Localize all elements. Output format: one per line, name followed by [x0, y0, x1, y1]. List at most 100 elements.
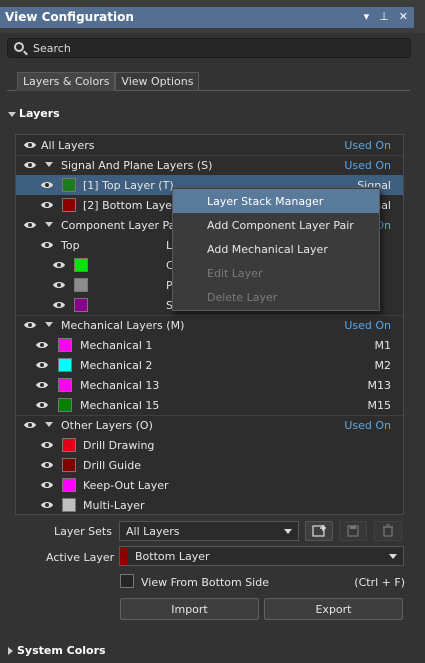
add-set-icon	[312, 525, 326, 537]
eye-icon[interactable]	[36, 401, 48, 409]
layer-label: All Layers	[41, 139, 95, 152]
view-from-bottom-shortcut: (Ctrl + F)	[354, 576, 405, 589]
context-menu-item[interactable]: Layer Stack Manager	[173, 189, 379, 213]
layer-color-swatch[interactable]	[62, 198, 76, 212]
panel-titlebar: View Configuration ▾ ⊥ ✕	[0, 0, 425, 33]
layer-label: Drill Guide	[83, 459, 141, 472]
layer-row[interactable]: Drill Drawing	[16, 435, 403, 455]
eye-icon[interactable]	[36, 381, 48, 389]
system-colors-section-header[interactable]: System Colors	[8, 644, 106, 657]
layer-row[interactable]: All Layers Used On	[16, 135, 403, 155]
close-icon[interactable]: ✕	[399, 10, 408, 23]
layer-label: Mechanical 1	[80, 339, 153, 352]
eye-icon[interactable]	[36, 361, 48, 369]
expand-caret-icon[interactable]	[45, 322, 53, 327]
view-from-bottom-checkbox[interactable]	[120, 574, 134, 588]
eye-icon[interactable]	[41, 201, 53, 209]
chevron-down-icon	[389, 554, 397, 559]
eye-icon[interactable]	[41, 241, 53, 249]
search-input[interactable]: Search	[7, 38, 411, 58]
layer-label: Drill Drawing	[83, 439, 155, 452]
eye-icon[interactable]	[41, 441, 53, 449]
layer-color-swatch[interactable]	[58, 398, 72, 412]
eye-icon[interactable]	[24, 141, 36, 149]
trash-icon	[383, 524, 393, 537]
expand-caret-icon[interactable]	[45, 422, 53, 427]
eye-icon[interactable]	[53, 261, 65, 269]
expand-caret-icon[interactable]	[45, 162, 53, 167]
used-on-link[interactable]: Used On	[344, 139, 391, 152]
context-menu-item[interactable]: Add Mechanical Layer	[173, 237, 379, 261]
eye-icon[interactable]	[41, 181, 53, 189]
import-button[interactable]: Import	[120, 598, 259, 620]
layer-sets-select[interactable]: All Layers	[119, 521, 299, 541]
layer-row[interactable]: Multi-Layer	[16, 495, 403, 515]
tab-view-options[interactable]: View Options	[115, 72, 200, 91]
eye-icon[interactable]	[24, 421, 36, 429]
layer-row[interactable]: Mechanical Layers (M) Used On	[16, 315, 403, 335]
layer-label: [1] Top Layer (T)	[83, 179, 174, 192]
layer-row[interactable]: Mechanical 15 M15	[16, 395, 403, 415]
eye-icon[interactable]	[24, 321, 36, 329]
layer-color-swatch[interactable]	[74, 278, 88, 292]
export-button[interactable]: Export	[264, 598, 403, 620]
layer-color-swatch[interactable]	[58, 378, 72, 392]
save-layer-set-button[interactable]	[339, 521, 367, 541]
eye-icon[interactable]	[24, 221, 36, 229]
layer-color-swatch[interactable]	[74, 258, 88, 272]
active-layer-color-chip	[120, 547, 128, 565]
layer-label: Other Layers (O)	[61, 419, 153, 432]
layer-color-swatch[interactable]	[62, 498, 76, 512]
context-menu-item[interactable]: Add Component Layer Pair	[173, 213, 379, 237]
layer-color-swatch[interactable]	[62, 438, 76, 452]
eye-icon[interactable]	[24, 161, 36, 169]
layer-sets-value: All Layers	[126, 525, 180, 538]
layer-label: Multi-Layer	[83, 499, 145, 512]
eye-icon[interactable]	[41, 501, 53, 509]
layer-label: Mechanical 2	[80, 359, 153, 372]
layer-color-swatch[interactable]	[62, 478, 76, 492]
tab-bar: Layers & Colors View Options	[17, 72, 200, 91]
search-icon	[14, 42, 24, 52]
eye-icon[interactable]	[53, 281, 65, 289]
expand-icon	[8, 647, 13, 655]
layer-row[interactable]: Mechanical 1 M1	[16, 335, 403, 355]
tab-layers-colors[interactable]: Layers & Colors	[17, 72, 116, 91]
triangle-down-icon[interactable]: ▾	[364, 10, 370, 23]
layers-section-header[interactable]: Layers	[8, 107, 60, 120]
layer-short-name: M2	[374, 359, 392, 372]
layer-row[interactable]: Drill Guide	[16, 455, 403, 475]
context-menu-item: Delete Layer	[207, 291, 278, 304]
layer-short-name: M15	[367, 399, 392, 412]
used-on-link[interactable]: Used On	[344, 319, 391, 332]
layer-row[interactable]: Signal And Plane Layers (S) Used On	[16, 155, 403, 175]
layer-short-name: M13	[367, 379, 392, 392]
layer-label: Keep-Out Layer	[83, 479, 169, 492]
layer-label: Signal And Plane Layers (S)	[61, 159, 213, 172]
active-layer-select[interactable]: Bottom Layer	[119, 546, 404, 566]
layer-color-swatch[interactable]	[74, 298, 88, 312]
used-on-link[interactable]: Used On	[344, 419, 391, 432]
add-layer-set-button[interactable]	[305, 521, 333, 541]
layer-color-swatch[interactable]	[58, 358, 72, 372]
active-layer-label: Active Layer	[46, 551, 115, 564]
layer-row[interactable]: Mechanical 2 M2	[16, 355, 403, 375]
pin-icon[interactable]: ⊥	[379, 10, 389, 23]
used-on-link[interactable]: Used On	[344, 159, 391, 172]
view-from-bottom-label: View From Bottom Side	[141, 576, 269, 589]
search-placeholder: Search	[33, 42, 71, 55]
layer-row[interactable]: Other Layers (O) Used On	[16, 415, 403, 435]
delete-layer-set-button[interactable]	[374, 521, 402, 541]
eye-icon[interactable]	[41, 461, 53, 469]
layer-color-swatch[interactable]	[62, 178, 76, 192]
eye-icon[interactable]	[53, 301, 65, 309]
layer-label: Mechanical 13	[80, 379, 160, 392]
layer-row[interactable]: Mechanical 13 M13	[16, 375, 403, 395]
eye-icon[interactable]	[41, 481, 53, 489]
layer-color-swatch[interactable]	[58, 338, 72, 352]
layer-color-swatch[interactable]	[62, 458, 76, 472]
layer-row[interactable]: Keep-Out Layer	[16, 475, 403, 495]
expand-caret-icon[interactable]	[45, 222, 53, 227]
collapse-icon	[8, 111, 16, 117]
eye-icon[interactable]	[36, 341, 48, 349]
